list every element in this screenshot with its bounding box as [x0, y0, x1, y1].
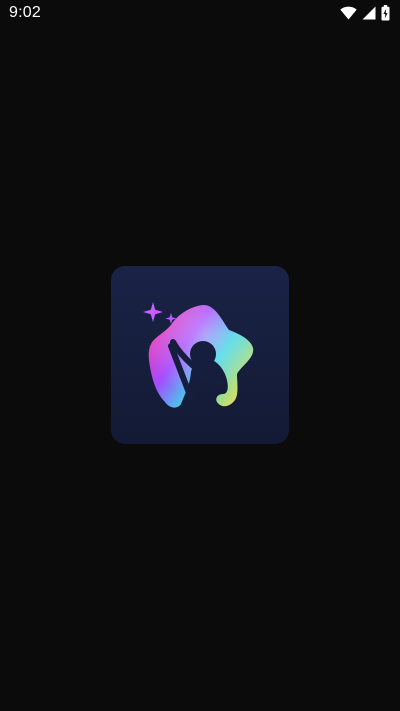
app-logo	[111, 266, 289, 444]
sparkle-large-icon	[143, 302, 163, 322]
star-person-logo-icon	[143, 302, 254, 408]
splash-screen	[0, 0, 400, 711]
